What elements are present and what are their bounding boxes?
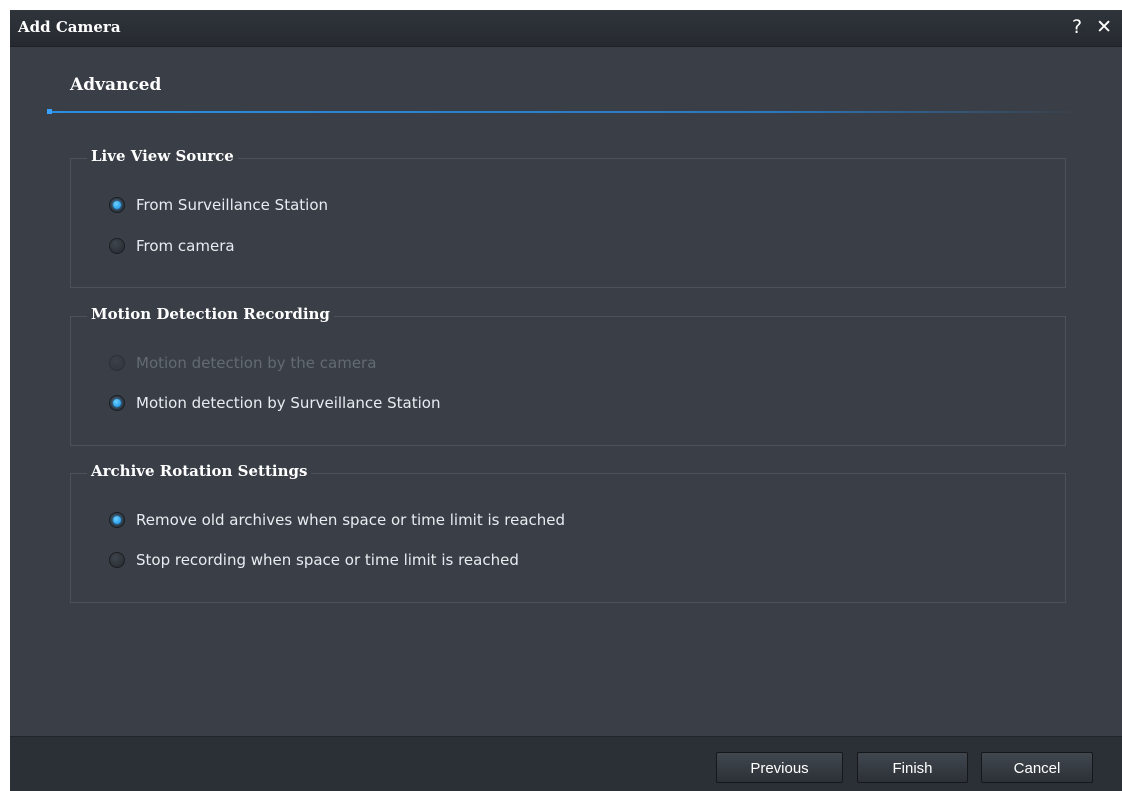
step-progress-marker	[47, 109, 52, 114]
finish-button[interactable]: Finish	[857, 752, 968, 783]
motion-detection-recording-group: Motion Detection Recording Motion detect…	[70, 305, 1066, 446]
cancel-button[interactable]: Cancel	[981, 752, 1093, 783]
title-bar: Add Camera ? ✕	[10, 10, 1122, 47]
help-icon[interactable]: ?	[1072, 17, 1082, 37]
radio-motion-detection-by-camera: Motion detection by the camera	[109, 352, 376, 374]
archive-rotation-settings-group: Archive Rotation Settings Remove old arc…	[70, 462, 1066, 603]
radio-button-disabled	[109, 355, 125, 371]
radio-from-camera[interactable]: From camera	[109, 235, 235, 257]
radio-button[interactable]	[109, 238, 125, 254]
motion-detection-recording-legend: Motion Detection Recording	[87, 305, 334, 323]
radio-label: Motion detection by the camera	[136, 354, 377, 372]
radio-label: From camera	[136, 237, 235, 255]
archive-rotation-settings-legend: Archive Rotation Settings	[87, 462, 312, 480]
live-view-source-legend: Live View Source	[87, 147, 238, 165]
dialog-body: Advanced Live View Source From Surveilla…	[10, 47, 1122, 737]
radio-label: Motion detection by Surveillance Station	[136, 394, 441, 412]
radio-from-surveillance-station[interactable]: From Surveillance Station	[109, 194, 328, 216]
previous-button[interactable]: Previous	[716, 752, 843, 783]
radio-label: Remove old archives when space or time l…	[136, 511, 566, 529]
dialog-title: Add Camera	[18, 18, 121, 36]
radio-motion-detection-by-surveillance-station[interactable]: Motion detection by Surveillance Station	[109, 392, 440, 414]
radio-label: Stop recording when space or time limit …	[136, 551, 519, 569]
radio-button-checked[interactable]	[109, 512, 125, 528]
live-view-source-group: Live View Source From Surveillance Stati…	[70, 147, 1066, 288]
radio-button-checked[interactable]	[109, 395, 125, 411]
radio-remove-old-archives[interactable]: Remove old archives when space or time l…	[109, 509, 565, 531]
radio-label: From Surveillance Station	[136, 196, 329, 214]
radio-stop-recording[interactable]: Stop recording when space or time limit …	[109, 549, 519, 571]
dialog-footer: Previous Finish Cancel	[10, 736, 1122, 791]
step-title: Advanced	[70, 75, 162, 95]
radio-button-checked[interactable]	[109, 197, 125, 213]
close-icon[interactable]: ✕	[1096, 17, 1112, 37]
title-controls: ? ✕	[1064, 17, 1112, 37]
radio-button[interactable]	[109, 552, 125, 568]
step-progress-line	[48, 111, 1080, 113]
add-camera-dialog: Add Camera ? ✕ Advanced Live View Source…	[10, 10, 1122, 791]
